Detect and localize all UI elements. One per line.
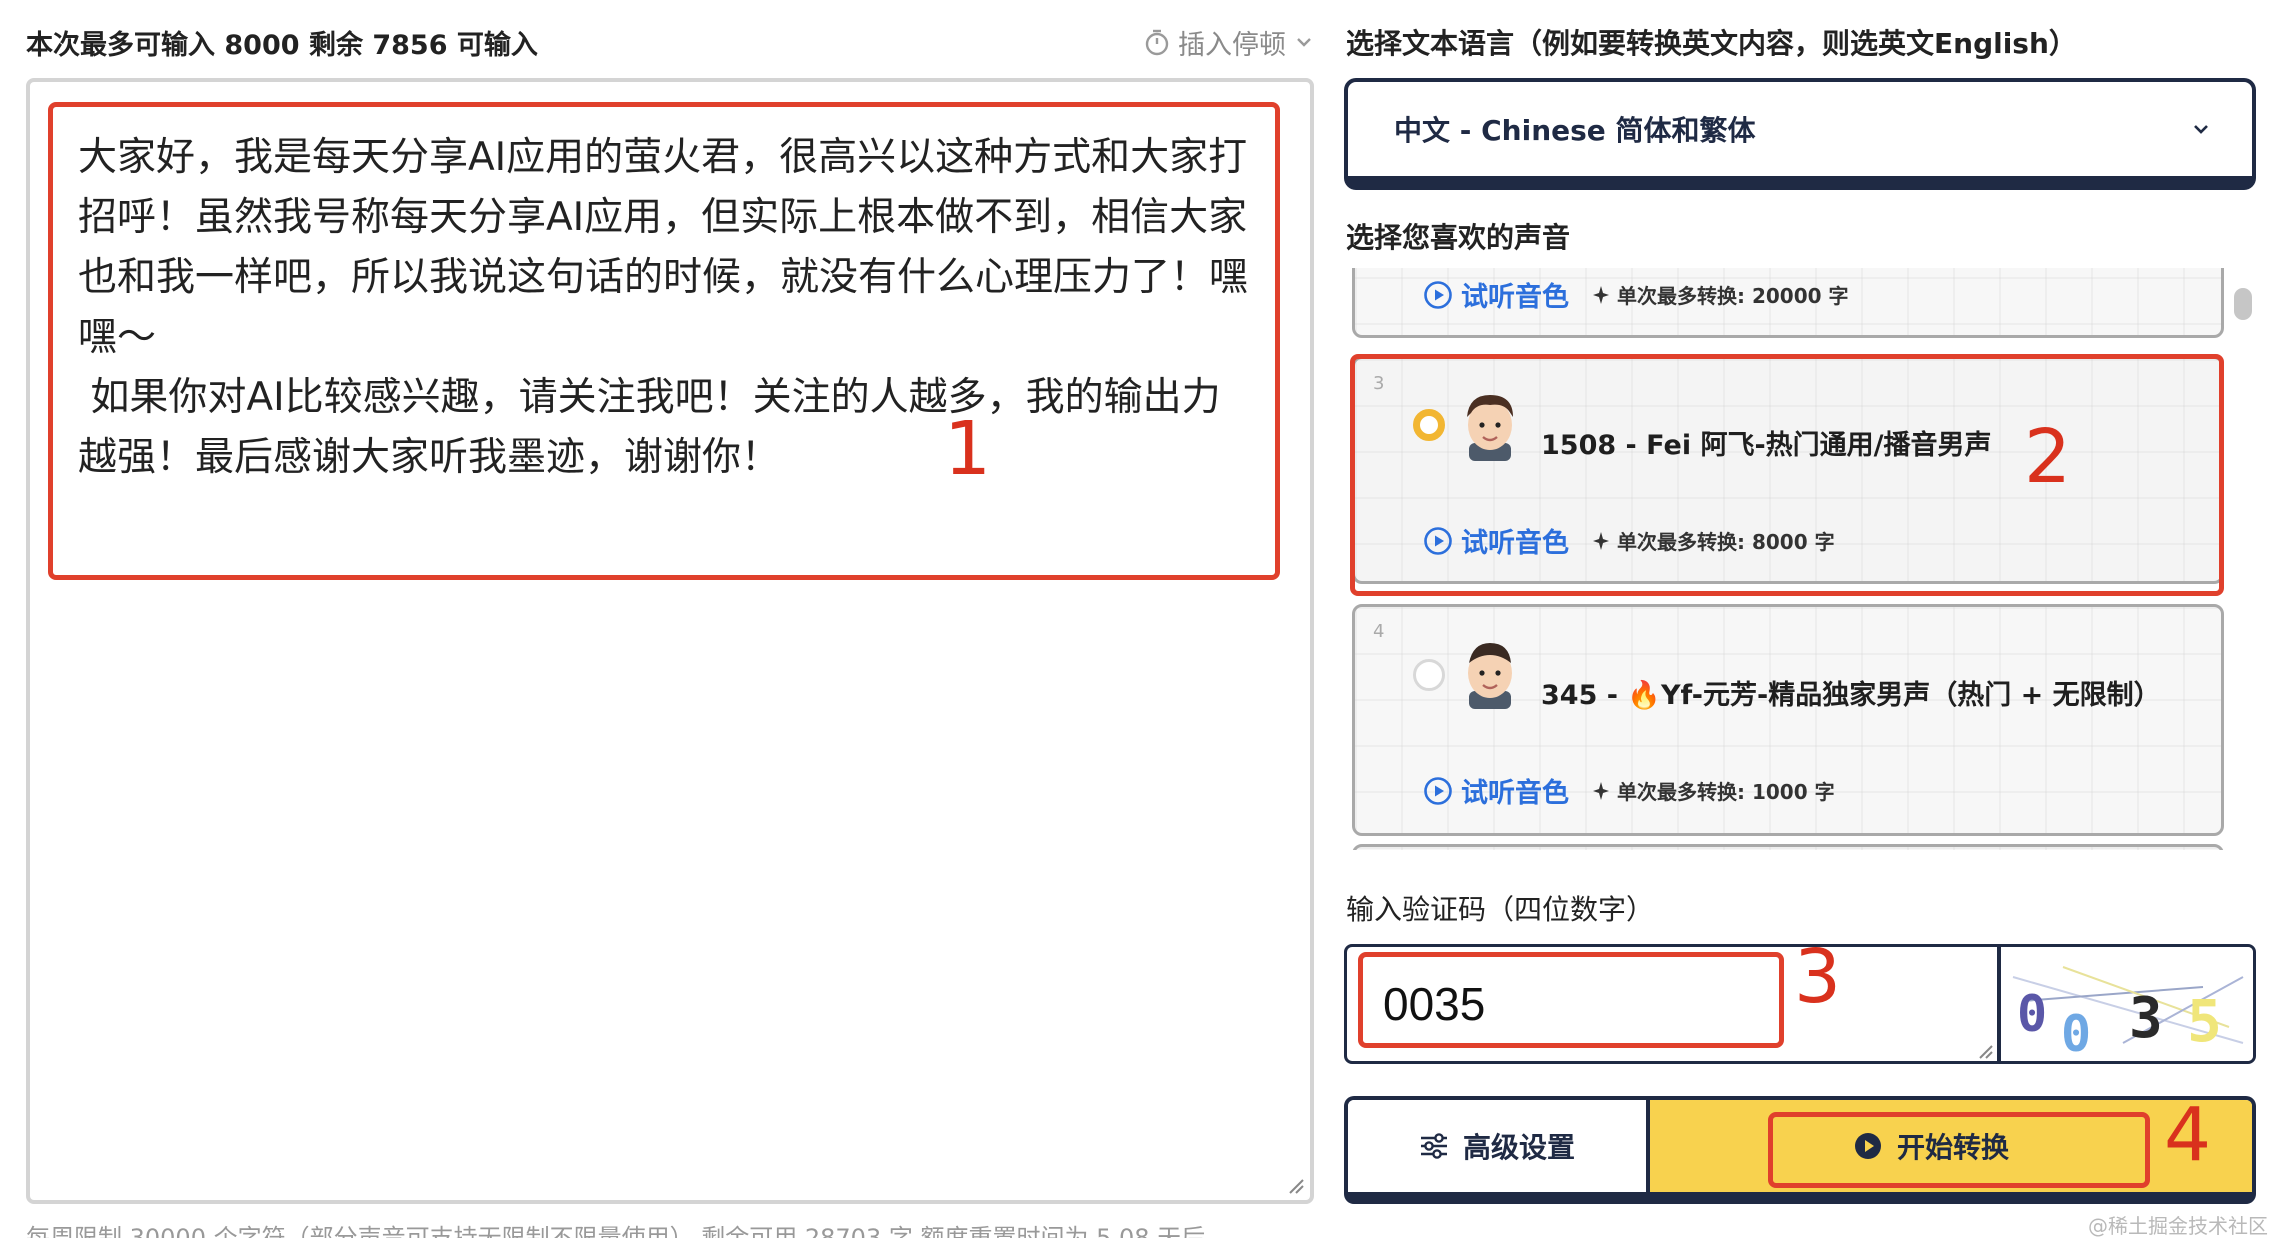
limit-text: 单次最多转换: 1000 字 (1591, 776, 1835, 805)
annotation-number-1: 1 (944, 406, 992, 492)
insert-pause-button[interactable]: 插入停顿 (1144, 23, 1314, 62)
editor-header: 本次最多可输入 8000 剩余 7856 可输入 插入停顿 (26, 22, 1314, 62)
limit-text: 单次最多转换: 20000 字 (1591, 280, 1849, 309)
language-selected-value: 中文 - Chinese 简体和繁体 (1394, 114, 1756, 147)
insert-pause-label: 插入停顿 (1178, 29, 1286, 61)
resize-grip-icon (1979, 1045, 1993, 1059)
captcha-divider (1997, 947, 2001, 1061)
annotation-box-1 (48, 102, 1280, 580)
annotation-number-3: 3 (1794, 934, 1842, 1020)
voice-list-scrollbar[interactable] (2232, 270, 2256, 850)
sparkle-icon (1593, 285, 1609, 304)
voice-meta: 试听音色 单次最多转换: 1000 字 (1423, 771, 1835, 810)
captcha-digit: 0 (2017, 985, 2047, 1043)
annotation-box-4 (1768, 1112, 2150, 1188)
chevron-down-icon (1297, 38, 1311, 47)
voice-card[interactable]: 4 345 - 🔥Yf-元芳-精品独家男声（热门 + 无限制） 试听音色 单次最… (1352, 604, 2224, 836)
captcha-label: 输入验证码（四位数字） (1346, 893, 1655, 926)
quota-text: 本次最多可输入 8000 剩余 7856 可输入 (26, 29, 538, 61)
listen-label: 试听音色 (1461, 778, 1569, 809)
annotation-box-2 (1350, 354, 2224, 596)
weekly-limit-note: 每周限制 30000 个字符（部分声音可支持无限制不限量使用） 剩余可用 287… (26, 1224, 1206, 1238)
voice-name: 345 - 🔥Yf-元芳-精品独家男声（热门 + 无限制） (1541, 680, 2161, 711)
captcha-digit: 5 (2187, 987, 2222, 1055)
voice-label: 选择您喜欢的声音 (1346, 221, 1571, 254)
language-select[interactable]: 中文 - Chinese 简体和繁体 (1344, 78, 2256, 190)
watermark: @稀土掘金技术社区 (2088, 1214, 2268, 1238)
voice-meta: 试听音色 单次最多转换: 20000 字 (1423, 275, 1849, 314)
voice-radio[interactable] (1413, 659, 1445, 691)
listen-button[interactable]: 试听音色 (1423, 771, 1569, 810)
play-circle-icon (1424, 280, 1452, 309)
listen-label: 试听音色 (1461, 282, 1569, 313)
resize-grip-icon[interactable] (1286, 1176, 1304, 1194)
limit-label: 单次最多转换: 20000 字 (1617, 284, 1849, 308)
voice-card[interactable] (1352, 844, 2224, 850)
sparkle-icon (1593, 781, 1609, 800)
play-circle-icon (1424, 776, 1452, 805)
voice-card[interactable]: 试听音色 单次最多转换: 20000 字 (1352, 268, 2224, 338)
captcha-digit: 3 (2129, 986, 2163, 1051)
limit-label: 单次最多转换: 1000 字 (1617, 780, 1835, 804)
advanced-settings-button[interactable]: 高级设置 (1348, 1100, 1650, 1192)
listen-button[interactable]: 试听音色 (1423, 275, 1569, 314)
annotation-box-3 (1358, 952, 1784, 1048)
annotation-number-4: 4 (2164, 1092, 2212, 1178)
annotation-number-2: 2 (2024, 414, 2072, 500)
captcha-image[interactable]: 0 0 3 5 (2003, 947, 2255, 1061)
captcha-digit: 0 (2061, 1005, 2091, 1061)
language-label: 选择文本语言（例如要转换英文内容，则选英文English） (1346, 27, 2077, 60)
card-index: 4 (1373, 621, 1385, 642)
sliders-icon (1420, 1133, 1447, 1159)
scrollbar-thumb[interactable] (2234, 288, 2252, 320)
avatar-icon (1468, 643, 1512, 709)
advanced-settings-label: 高级设置 (1462, 1131, 1575, 1164)
chevron-down-icon (2194, 125, 2208, 134)
timer-icon (1145, 29, 1169, 56)
